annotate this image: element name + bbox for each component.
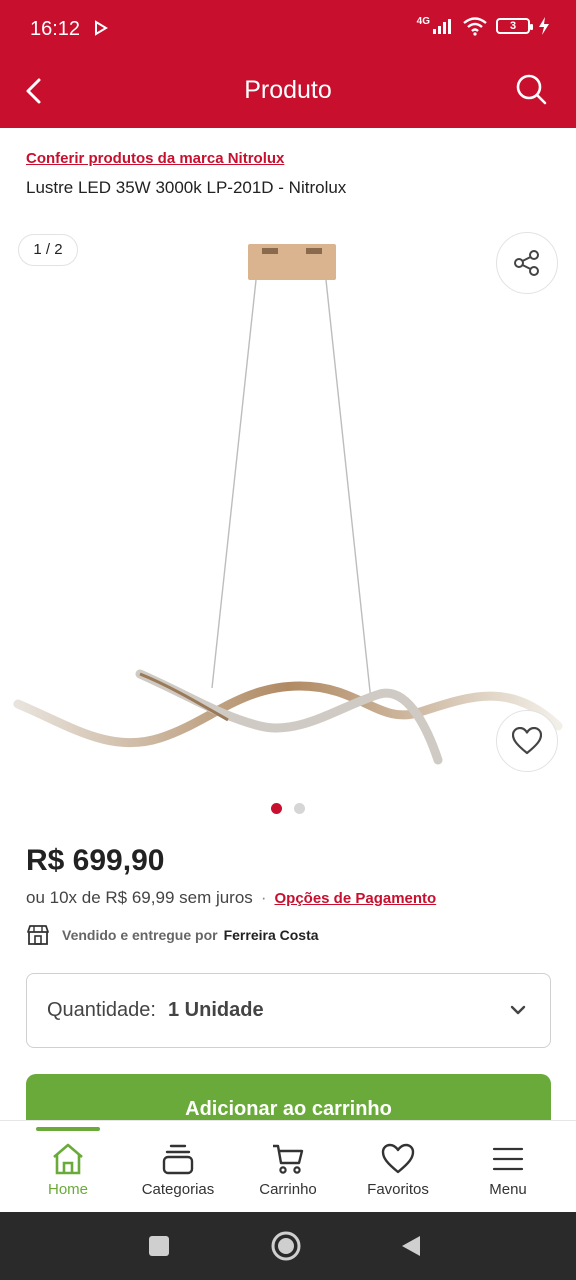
quantity-value: 1 Unidade xyxy=(167,999,264,1021)
nav-label-menu: Menu xyxy=(489,1181,527,1198)
brand-link[interactable]: Conferir produtos da marca Nitrolux xyxy=(26,150,284,167)
nav-item-menu[interactable]: Menu xyxy=(453,1143,563,1198)
nav-item-categories[interactable]: Categorias xyxy=(123,1143,233,1198)
status-icons: 4G 3 xyxy=(417,16,550,36)
search-button[interactable] xyxy=(514,72,548,106)
play-notification-icon xyxy=(95,20,108,36)
product-image xyxy=(13,244,563,765)
carousel-dot-active[interactable] xyxy=(271,803,282,814)
installments-text: ou 10x de R$ 69,99 sem juros xyxy=(26,888,253,907)
nav-label-favorites: Favoritos xyxy=(367,1181,429,1198)
share-icon xyxy=(514,250,539,276)
home-icon xyxy=(53,1143,83,1175)
status-bar: 16:12 4G 3 xyxy=(0,0,576,58)
back-nav-icon[interactable] xyxy=(400,1234,422,1258)
recents-button-icon[interactable] xyxy=(148,1235,170,1257)
nav-item-favorites[interactable]: Favoritos xyxy=(343,1143,453,1198)
signal-icon xyxy=(433,19,451,34)
share-button[interactable] xyxy=(496,232,558,294)
wifi-icon xyxy=(463,17,487,36)
seller-label: Vendido e entregue por xyxy=(62,927,218,943)
network-type: 4G xyxy=(416,15,430,27)
seller-name: Ferreira Costa xyxy=(223,927,319,943)
nav-label-categories: Categorias xyxy=(141,1181,215,1198)
search-icon xyxy=(516,74,547,105)
battery-level: 3 xyxy=(509,20,517,32)
quantity-label: Quantidade: xyxy=(47,999,156,1021)
product-gallery[interactable]: 1 / 2 xyxy=(0,226,576,796)
nav-item-home[interactable]: Home xyxy=(13,1143,123,1198)
heart-icon xyxy=(381,1143,415,1174)
product-price: R$ 699,90 xyxy=(26,844,165,877)
app-header: Produto xyxy=(0,58,576,128)
installments-row: ou 10x de R$ 69,99 sem juros · Opções de… xyxy=(26,888,436,908)
store-icon xyxy=(27,925,49,945)
image-counter: 1 / 2 xyxy=(18,234,78,266)
quantity-select[interactable]: Quantidade: 1 Unidade xyxy=(26,973,551,1048)
heart-icon xyxy=(512,727,542,755)
separator: · xyxy=(260,888,267,907)
nav-item-cart[interactable]: Carrinho xyxy=(233,1143,343,1198)
nav-label-home: Home xyxy=(47,1181,88,1198)
product-title: Lustre LED 35W 3000k LP-201D - Nitrolux xyxy=(26,178,347,197)
charging-icon xyxy=(539,17,549,35)
bottom-nav: Home Categorias Carrinho Favoritos Menu xyxy=(0,1120,576,1212)
seller-row: Vendido e entregue por Ferreira Costa xyxy=(26,924,319,946)
system-nav-bar xyxy=(0,1212,576,1280)
status-time: 16:12 xyxy=(30,18,81,40)
categories-icon xyxy=(162,1144,194,1175)
payment-options-link[interactable]: Opções de Pagamento xyxy=(274,890,436,907)
chevron-down-icon xyxy=(510,1005,526,1015)
carousel-dot[interactable] xyxy=(294,803,305,814)
favorite-button[interactable] xyxy=(496,710,558,772)
carousel-dots xyxy=(0,803,576,814)
nav-active-indicator xyxy=(36,1127,100,1131)
home-button-icon[interactable] xyxy=(270,1230,302,1262)
menu-icon xyxy=(492,1147,524,1171)
cart-icon xyxy=(273,1144,304,1174)
nav-label-cart: Carrinho xyxy=(259,1181,317,1198)
battery-icon: 3 xyxy=(496,18,533,34)
page-title: Produto xyxy=(244,76,332,104)
